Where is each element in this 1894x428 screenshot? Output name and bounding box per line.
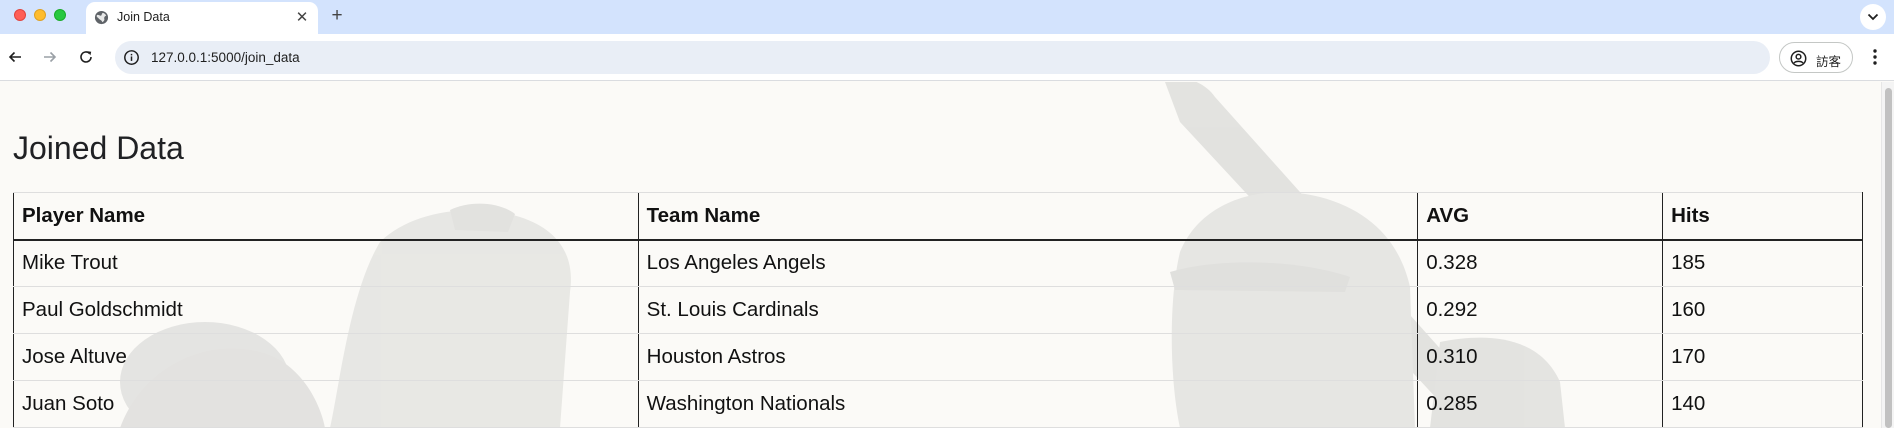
table-row: Paul Goldschmidt St. Louis Cardinals 0.2… [13,286,1863,334]
cell-hits: 160 [1662,286,1863,334]
column-header-team-name: Team Name [637,192,1418,241]
cell-hits: 140 [1662,380,1863,428]
profile-label: 訪客 [1816,55,1842,69]
cell-team-name: St. Louis Cardinals [637,286,1418,334]
site-info-icon[interactable] [123,49,140,66]
tab-search-button[interactable] [1860,4,1886,30]
arrow-left-icon [8,51,21,63]
column-header-player-name: Player Name [13,192,639,241]
window-maximize-button[interactable] [54,9,66,21]
browser-tab-active[interactable]: Join Data ✕ [86,2,318,34]
cell-player-name: Paul Goldschmidt [13,286,639,334]
column-header-hits: Hits [1662,192,1863,241]
cell-avg: 0.292 [1417,286,1663,334]
globe-icon [94,10,109,30]
back-button[interactable] [3,45,27,69]
table-row: Mike Trout Los Angeles Angels 0.328 185 [13,239,1863,287]
cell-hits: 170 [1662,333,1863,381]
table-row: Juan Soto Washington Nationals 0.285 140 [13,380,1863,428]
browser-toolbar: 127.0.0.1:5000/join_data 訪客 [0,34,1894,81]
profile-button[interactable]: 訪客 [1779,42,1853,73]
cell-avg: 0.310 [1417,333,1663,381]
tab-strip: Join Data ✕ + [0,0,1894,34]
table-row: Jose Altuve Houston Astros 0.310 170 [13,333,1863,381]
forward-button[interactable] [38,45,62,69]
window-minimize-button[interactable] [34,9,46,21]
reload-button[interactable] [74,45,98,69]
address-bar[interactable]: 127.0.0.1:5000/join_data [115,41,1770,74]
page-scrollbar[interactable] [1881,82,1894,428]
tab-title: Join Data [117,10,170,24]
account-icon [1790,50,1807,67]
column-header-avg: AVG [1417,192,1663,241]
cell-player-name: Jose Altuve [13,333,639,381]
cell-player-name: Juan Soto [13,380,639,428]
cell-player-name: Mike Trout [13,239,639,287]
window-close-button[interactable] [14,9,26,21]
cell-team-name: Washington Nationals [637,380,1418,428]
cell-avg: 0.285 [1417,380,1663,428]
scrollbar-thumb[interactable] [1885,88,1892,428]
chevron-down-icon [1867,13,1879,21]
cell-avg: 0.328 [1417,239,1663,287]
cell-team-name: Houston Astros [637,333,1418,381]
url-text[interactable]: 127.0.0.1:5000/join_data [151,50,300,65]
more-options-icon[interactable] [1864,46,1886,68]
page-title: Joined Data [13,130,184,166]
page-viewport: Joined Data Player Name Team Name AVG Hi… [0,82,1881,428]
joined-data-table: Player Name Team Name AVG Hits Mike Trou… [13,192,1863,428]
close-tab-icon[interactable]: ✕ [292,8,312,28]
reload-icon [80,51,92,63]
cell-hits: 185 [1662,239,1863,287]
table-header-row: Player Name Team Name AVG Hits [13,192,1863,241]
arrow-right-icon [44,51,57,63]
new-tab-button[interactable]: + [326,5,348,27]
cell-team-name: Los Angeles Angels [637,239,1418,287]
